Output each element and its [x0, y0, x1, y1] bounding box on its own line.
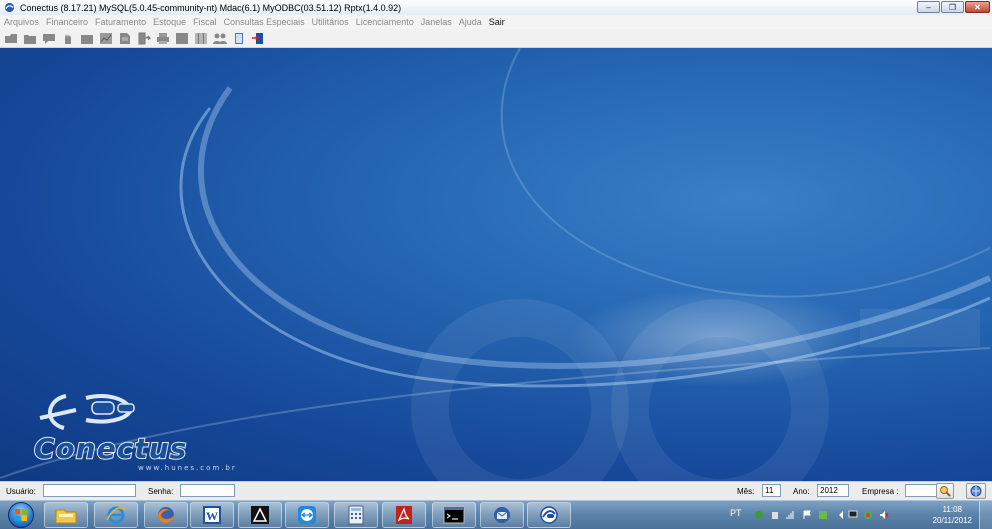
monitor-tray-icon[interactable]	[848, 510, 858, 520]
taskbar-command-prompt[interactable]	[432, 502, 476, 528]
year-label: Ano:	[793, 487, 810, 496]
autocad-icon	[251, 506, 269, 524]
search-icon	[940, 486, 951, 497]
taskbar-word[interactable]: W	[190, 502, 234, 528]
clock-date: 20/11/2012	[932, 516, 972, 525]
month-label: Mês:	[737, 487, 755, 496]
company-field[interactable]	[905, 484, 937, 497]
password-field[interactable]	[180, 484, 235, 497]
menu-licenciamento[interactable]: Licenciamento	[356, 17, 414, 27]
taskbar-conectus[interactable]	[527, 502, 571, 528]
internet-explorer-icon	[106, 506, 126, 524]
system-clock[interactable]: 11:08 20/11/2012	[933, 504, 972, 526]
cmd-icon	[443, 506, 465, 524]
user-label: Usuário:	[6, 487, 36, 496]
taskbar-autocad[interactable]	[238, 502, 282, 528]
users-icon[interactable]	[211, 30, 228, 46]
conectus-app-icon	[4, 2, 15, 13]
clock-time: 11:08	[942, 505, 962, 514]
taskbar-acrobat[interactable]	[382, 502, 426, 528]
taskbar-teamviewer[interactable]	[285, 502, 329, 528]
show-desktop-button[interactable]	[979, 501, 992, 529]
menu-janelas[interactable]: Janelas	[421, 17, 452, 27]
hand-icon[interactable]	[59, 30, 76, 46]
brand-name: Conectus	[33, 431, 188, 466]
connect-button[interactable]	[966, 483, 986, 499]
taskbar-firefox[interactable]	[144, 502, 188, 528]
document-icon[interactable]	[116, 30, 133, 46]
conectus-icon	[540, 506, 558, 524]
password-label: Senha:	[148, 487, 174, 496]
menu-estoque[interactable]: Estoque	[153, 17, 186, 27]
menu-sair[interactable]: Sair	[489, 17, 505, 27]
exit-door-icon[interactable]	[249, 30, 266, 46]
folder-icon[interactable]	[21, 30, 38, 46]
network-tray-icon[interactable]	[863, 510, 873, 520]
thunderbird-icon	[494, 507, 510, 523]
usb-tray-icon[interactable]	[770, 510, 780, 520]
language-indicator[interactable]: PT	[730, 508, 742, 518]
user-field[interactable]	[43, 484, 136, 497]
menu-fiscal[interactable]: Fiscal	[193, 17, 217, 27]
open-icon[interactable]	[2, 30, 19, 46]
windows-explorer-icon	[55, 509, 77, 524]
chevron-left-icon[interactable]	[836, 510, 846, 520]
taskbar-calculator[interactable]	[334, 502, 378, 528]
menu-ajuda[interactable]: Ajuda	[459, 17, 482, 27]
close-button[interactable]: ✕	[965, 1, 990, 13]
menu-financeiro[interactable]: Financeiro	[46, 17, 88, 27]
teamviewer-icon	[298, 506, 316, 524]
printer-icon[interactable]	[154, 30, 171, 46]
start-button[interactable]	[3, 502, 39, 528]
menu-bar: Arquivos Financeiro Faturamento Estoque …	[0, 15, 992, 29]
title-bar: Conectus (8.17.21) MySQL(5.0.45-communit…	[0, 0, 992, 16]
flag-tray-icon[interactable]	[802, 510, 812, 520]
menu-arquivos[interactable]: Arquivos	[4, 17, 39, 27]
toolbar	[0, 29, 992, 48]
taskbar-internet-explorer[interactable]	[94, 502, 138, 528]
brand-website: www.hunes.com.br	[138, 464, 237, 472]
main-workspace: Conectus www.hunes.com.br	[0, 48, 992, 481]
firefox-icon	[158, 507, 174, 523]
conectus-logo-icon	[39, 394, 135, 430]
message-icon[interactable]	[40, 30, 57, 46]
menu-consultas-especiais[interactable]: Consultas Especiais	[224, 17, 305, 27]
company-label: Empresa :	[862, 487, 899, 496]
grid-icon[interactable]	[173, 30, 190, 46]
taskbar-explorer[interactable]	[44, 502, 88, 528]
volume-tray-icon[interactable]	[879, 510, 889, 520]
windows-taskbar: W PT 11:08 20/11/2012	[0, 500, 992, 529]
signal-tray-icon[interactable]	[786, 510, 796, 520]
svg-text:W: W	[206, 509, 218, 523]
windows-logo-icon	[8, 502, 34, 528]
year-field[interactable]: 2012	[817, 484, 849, 497]
chart-icon[interactable]	[97, 30, 114, 46]
taskbar-thunderbird[interactable]	[480, 502, 524, 528]
minimize-button[interactable]: –	[917, 1, 940, 13]
book-icon[interactable]	[230, 30, 247, 46]
system-tray: PT 11:08 20/11/2012	[722, 501, 992, 529]
menu-faturamento[interactable]: Faturamento	[95, 17, 146, 27]
window-title: Conectus (8.17.21) MySQL(5.0.45-communit…	[20, 2, 402, 13]
antivirus-tray-icon[interactable]	[754, 510, 764, 520]
calculator-icon	[348, 505, 364, 525]
update-tray-icon[interactable]	[818, 510, 828, 520]
box-icon[interactable]	[78, 30, 95, 46]
menu-utilitarios[interactable]: Utilitários	[312, 17, 349, 27]
barcode-icon[interactable]	[192, 30, 209, 46]
import-icon[interactable]	[135, 30, 152, 46]
status-bar: Usuário: Senha: Mês: 11 Ano: 2012 Empres…	[0, 481, 992, 500]
word-icon: W	[203, 506, 221, 524]
acrobat-icon	[396, 506, 412, 524]
month-field[interactable]: 11	[762, 484, 781, 497]
restore-button[interactable]: ❐	[941, 1, 964, 13]
network-icon	[970, 485, 982, 497]
company-search-button[interactable]	[936, 483, 954, 499]
